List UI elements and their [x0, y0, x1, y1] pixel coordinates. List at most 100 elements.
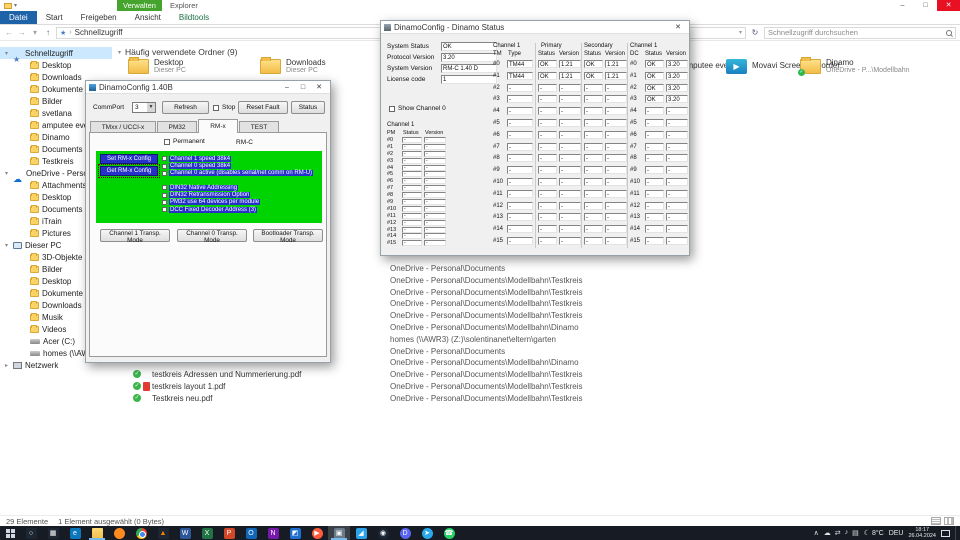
explorer-titlebar[interactable]: ▾ Verwalten Explorer – □ ✕	[0, 0, 960, 11]
address-dropdown-icon[interactable]: ▾	[739, 29, 742, 36]
refresh-button[interactable]: Refresh	[162, 101, 209, 114]
option-checkbox[interactable]: Channel 0 active (disables serial/net co…	[162, 170, 313, 177]
commport-select[interactable]: 3 ▼	[132, 102, 156, 113]
stop-checkbox[interactable]: Stop	[213, 104, 235, 111]
transp-mode-button[interactable]: Channel 1 Transp. Mode	[100, 229, 170, 242]
taskbar-app-button[interactable]: ▣	[328, 526, 350, 540]
taskbar-app-button[interactable]	[108, 526, 130, 540]
dialog-tab[interactable]: TMxx / UCCI-x	[90, 121, 156, 132]
qat-explorer-icon[interactable]	[4, 3, 12, 9]
recent-file-row[interactable]: Testkreis neu.pdf OneDrive - Personal\Do…	[112, 393, 960, 405]
option-checkbox[interactable]: Channel 0 speed 38k4	[162, 162, 313, 169]
option-checkbox[interactable]: PM32 use 64 devices per module	[162, 199, 260, 206]
rmx-config-button[interactable]: Set RM-x Config	[100, 154, 158, 164]
taskbar-app-button[interactable]: ○	[20, 526, 42, 540]
taskbar-app-button[interactable]: ▦	[42, 526, 64, 540]
taskbar-app-button[interactable]: P	[218, 526, 240, 540]
taskbar-app-button[interactable]: ➤	[416, 526, 438, 540]
history-dropdown-icon[interactable]: ▾	[30, 28, 40, 37]
sidebar-item[interactable]: ▾ Schnellzugriff	[0, 47, 112, 59]
recent-file-row[interactable]: testkreis layout 1.pdf OneDrive - Person…	[112, 381, 960, 393]
dialog-tab[interactable]: PM32	[157, 121, 197, 132]
ribbon-tab[interactable]: Bildtools	[170, 11, 218, 24]
section-header[interactable]: ▾ Häufig verwendete Ordner (9)	[118, 47, 237, 57]
taskbar-app-button[interactable]	[130, 526, 152, 540]
taskbar-app-button[interactable]: ▲	[152, 526, 174, 540]
weather-widget[interactable]: ☾ 8°C	[864, 529, 884, 537]
action-center-icon[interactable]	[941, 530, 950, 537]
maximize-button[interactable]: □	[295, 81, 311, 94]
dialog-titlebar[interactable]: DinamoConfig - Dinamo Status ✕	[381, 21, 689, 34]
close-button[interactable]: ✕	[311, 81, 327, 94]
permanent-checkbox[interactable]: Permanent	[164, 138, 205, 145]
ribbon-tab[interactable]: Start	[37, 11, 72, 24]
ribbon-tab[interactable]: Datei	[0, 11, 37, 24]
dialog-titlebar[interactable]: DinamoConfig 1.40B – □ ✕	[86, 81, 330, 94]
contextual-tab-header[interactable]: Verwalten	[117, 0, 162, 11]
details-view-icon[interactable]	[931, 517, 941, 525]
close-button[interactable]: ✕	[937, 0, 960, 11]
expand-arrow-icon[interactable]: ▾	[3, 50, 10, 57]
network-tray-icon[interactable]: ▤	[852, 529, 859, 537]
taskbar-app-button[interactable]: W	[174, 526, 196, 540]
option-checkbox[interactable]: DCC Fixed Decoder Address (3)	[162, 206, 260, 213]
minimize-button[interactable]: –	[891, 0, 914, 11]
taskbar-app-button[interactable]: D	[394, 526, 416, 540]
transp-mode-button[interactable]: Bootloader Transp. Mode	[253, 229, 323, 242]
folder-tile[interactable]: Dinamo OneDrive - P...\Modellbahn	[800, 57, 920, 74]
taskbar-app-button[interactable]: ◩	[284, 526, 306, 540]
forward-icon[interactable]: →	[17, 28, 27, 37]
onedrive-tray-icon[interactable]: ☁	[824, 529, 831, 537]
status-button[interactable]: Status	[291, 101, 325, 114]
reset-fault-button[interactable]: Reset Fault	[238, 101, 288, 114]
ribbon-tab[interactable]: Freigeben	[72, 11, 126, 24]
transp-mode-button[interactable]: Channel 0 Transp. Mode	[177, 229, 247, 242]
folder-tile[interactable]: Desktop Dieser PC	[128, 57, 248, 74]
taskbar-app-button[interactable]: ☎	[438, 526, 460, 540]
chevron-down-icon[interactable]: ▼	[147, 103, 155, 112]
expand-arrow-icon[interactable]: ▸	[3, 362, 10, 369]
taskbar-app-button[interactable]: ◢	[350, 526, 372, 540]
taskbar-app-button[interactable]: e	[64, 526, 86, 540]
clock[interactable]: 18:17 26.04.2024	[908, 527, 936, 539]
taskbar-app-button[interactable]: O	[240, 526, 262, 540]
volume-tray-icon[interactable]: ♪	[845, 529, 849, 537]
taskbar-app-button[interactable]: ◉	[372, 526, 394, 540]
recent-file-row[interactable]: testkreis Adressen und Nummerierung.pdf …	[112, 369, 960, 381]
folder-tile[interactable]: Downloads Dieser PC	[260, 57, 380, 74]
option-checkbox[interactable]: DIN32 Retransmission Option	[162, 191, 260, 198]
show-channel0-checkbox[interactable]: Show Channel 0	[389, 105, 446, 112]
expand-arrow-icon[interactable]: ▾	[3, 170, 10, 177]
maximize-button[interactable]: □	[914, 0, 937, 11]
search-box[interactable]	[764, 27, 956, 39]
close-button[interactable]: ✕	[670, 21, 686, 34]
collapse-arrow-icon[interactable]: ▾	[118, 49, 121, 56]
show-desktop-button[interactable]	[955, 526, 958, 540]
option-checkbox[interactable]: Channel 1 speed 38k4	[162, 155, 313, 162]
language-indicator[interactable]: DEU	[889, 530, 904, 537]
option-checkbox[interactable]: DIN32 Native Addressing	[162, 184, 260, 191]
taskbar-app-button[interactable]	[86, 526, 108, 540]
search-input[interactable]	[768, 28, 944, 37]
taskbar-app-button[interactable]: X	[196, 526, 218, 540]
start-button[interactable]	[0, 526, 20, 540]
minimize-button[interactable]: –	[279, 81, 295, 94]
back-icon[interactable]: ←	[4, 28, 14, 37]
tray-chevron-icon[interactable]: ∧	[814, 529, 819, 537]
dialog-tab[interactable]: RM-x	[198, 119, 238, 133]
rmx-config-button[interactable]: Get RM-x Config	[100, 166, 158, 176]
thumbnail-view-icon[interactable]	[944, 517, 954, 525]
taskbar-app-button[interactable]: N	[262, 526, 284, 540]
taskbar-app-button[interactable]: ▶	[306, 526, 328, 540]
field-value[interactable]: RM-C 1.40 D	[441, 64, 497, 73]
field-value[interactable]: 3.20	[441, 53, 497, 62]
sync-tray-icon[interactable]: ⇄	[835, 529, 841, 537]
dialog-tab[interactable]: TEST	[239, 121, 279, 132]
expand-arrow-icon[interactable]: ▾	[3, 242, 10, 249]
refresh-icon[interactable]: ↻	[749, 28, 761, 37]
field-value[interactable]: OK	[441, 42, 497, 51]
qat-customize-icon[interactable]: ▾	[14, 2, 17, 9]
breadcrumb[interactable]: Schnellzugriff	[75, 28, 123, 37]
field-value[interactable]: 1	[441, 75, 497, 84]
ribbon-tab[interactable]: Ansicht	[126, 11, 170, 24]
